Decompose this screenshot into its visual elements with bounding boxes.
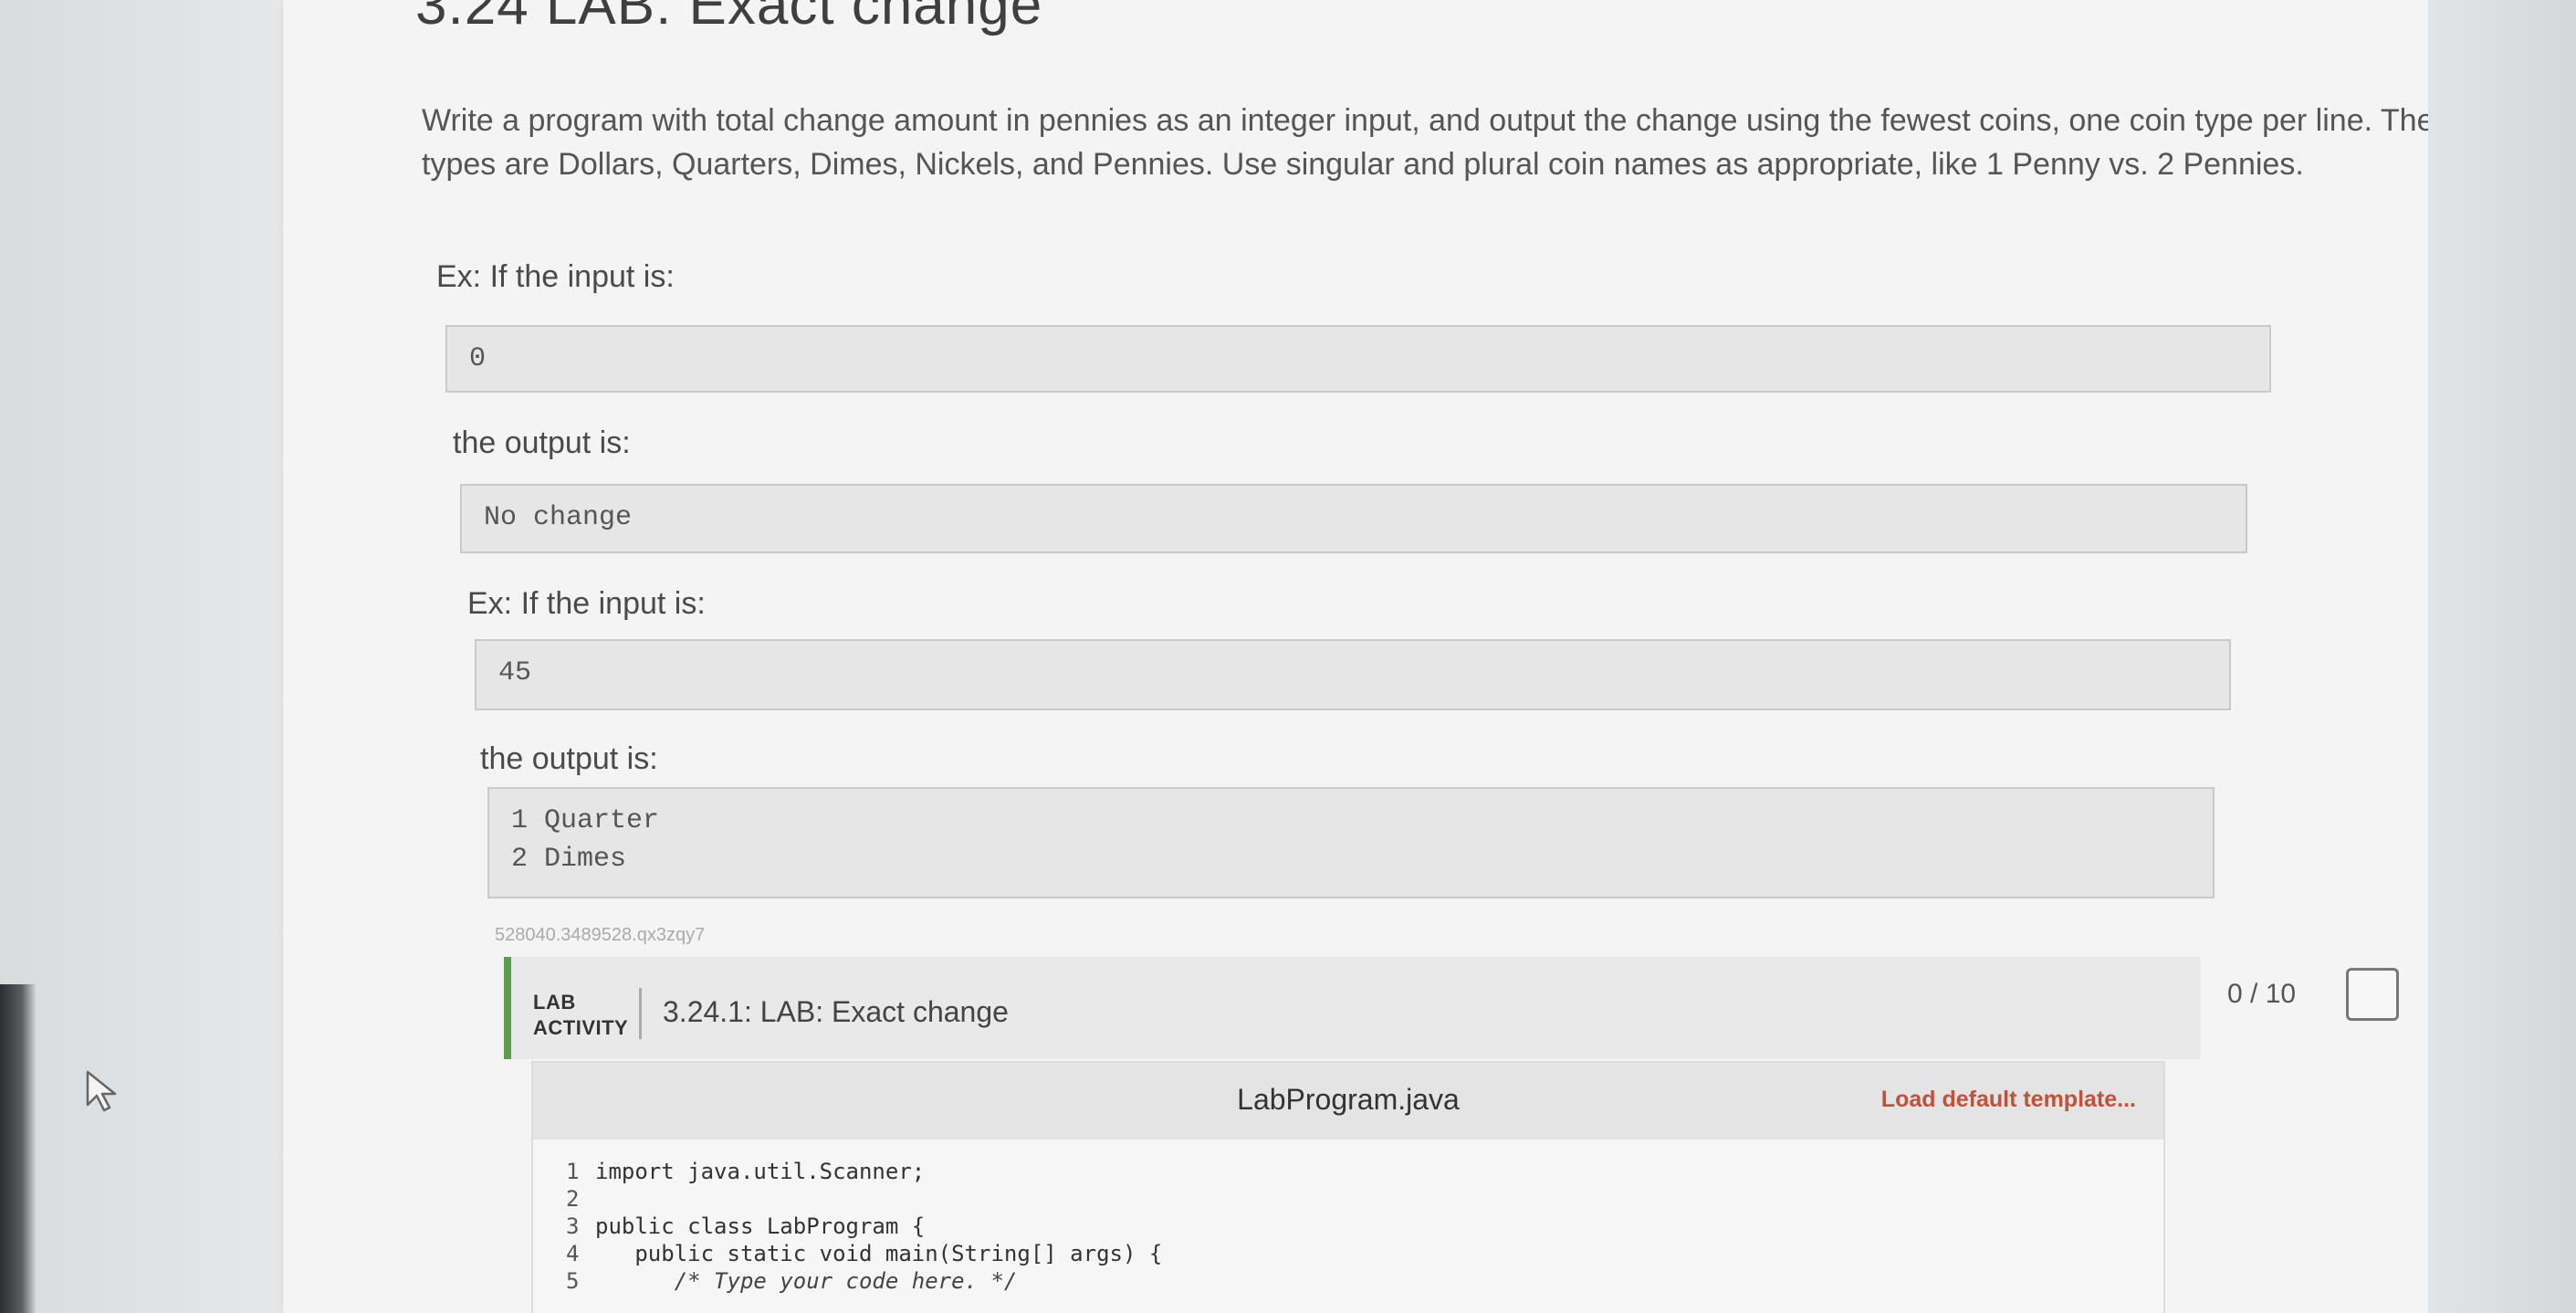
lab-description: Write a program with total change amount… bbox=[422, 103, 2500, 182]
code-line: 4 public static void main(String[] args)… bbox=[566, 1240, 1162, 1267]
code-line: 2 bbox=[566, 1185, 1162, 1213]
line-number: 4 bbox=[566, 1241, 580, 1266]
load-default-template-link[interactable]: Load default template... bbox=[1881, 1087, 2136, 1113]
example-1-input-value: 0 bbox=[469, 343, 487, 374]
lab-tag-line-1: LAB bbox=[533, 991, 576, 1014]
lab-activity-tag: LAB ACTIVITY bbox=[533, 990, 628, 1041]
example-2-input-box: 45 bbox=[475, 639, 2231, 710]
example-1-output-line: No change bbox=[484, 502, 633, 533]
code-line: 1 import java.util.Scanner; bbox=[566, 1158, 1162, 1185]
example-2-input-label: Ex: If the input is: bbox=[467, 586, 706, 621]
activity-id: 528040.3489528.qx3zqy7 bbox=[495, 925, 706, 945]
example-2-output-line-1: 1 Quarter bbox=[511, 805, 660, 836]
lab-activity-name: 3.24.1: LAB: Exact change bbox=[663, 995, 1009, 1028]
example-1-input-box: 0 bbox=[445, 325, 2271, 393]
mouse-pointer-icon bbox=[86, 1070, 117, 1112]
line-number: 5 bbox=[566, 1268, 580, 1294]
code-lines: 1 import java.util.Scanner; 2 3 public cla… bbox=[566, 1158, 1162, 1295]
left-gutter bbox=[0, 0, 283, 1313]
section-title: 3.24 LAB: Exact change bbox=[415, 0, 1043, 37]
example-2-output-box: 1 Quarter 2 Dimes bbox=[487, 787, 2215, 898]
code-line: 5 /* Type your code here. */ bbox=[566, 1267, 1162, 1295]
example-1-output-label: the output is: bbox=[453, 425, 631, 460]
code-text: public class LabProgram { bbox=[595, 1213, 926, 1239]
example-2-output-line-2: 2 Dimes bbox=[511, 844, 627, 875]
code-text: /* Type your code here. */ bbox=[595, 1268, 1018, 1294]
code-line: 3 public class LabProgram { bbox=[566, 1213, 1162, 1240]
line-number: 3 bbox=[566, 1213, 580, 1239]
lab-header-divider bbox=[639, 988, 642, 1039]
line-number: 1 bbox=[566, 1159, 580, 1184]
zybooks-page: 3.24 LAB: Exact change Write a program w… bbox=[283, 0, 2499, 1313]
lab-activity-header: LAB ACTIVITY 3.24.1: LAB: Exact change 0… bbox=[504, 957, 2399, 1059]
code-editor: LabProgram.java Load default template...… bbox=[531, 1061, 2165, 1313]
score-checkbox-icon bbox=[2346, 968, 2399, 1021]
example-2-input-value: 45 bbox=[498, 657, 532, 688]
screen-edge bbox=[0, 984, 37, 1313]
code-text: import java.util.Scanner; bbox=[595, 1159, 926, 1184]
line-number: 2 bbox=[566, 1186, 580, 1212]
lab-score: 0 / 10 bbox=[2227, 979, 2297, 1009]
lab-tag-line-2: ACTIVITY bbox=[533, 1016, 629, 1039]
example-2-output-label: the output is: bbox=[480, 741, 658, 776]
editor-toolbar: LabProgram.java Load default template... bbox=[533, 1063, 2163, 1140]
code-text: public static void main(String[] args) { bbox=[595, 1241, 1163, 1266]
code-input-area[interactable]: 1 import java.util.Scanner; 2 3 public cla… bbox=[533, 1140, 2163, 1313]
right-gutter bbox=[2428, 0, 2576, 1313]
example-1-output-box: No change bbox=[460, 484, 2247, 553]
example-1-input-label: Ex: If the input is: bbox=[436, 259, 675, 294]
